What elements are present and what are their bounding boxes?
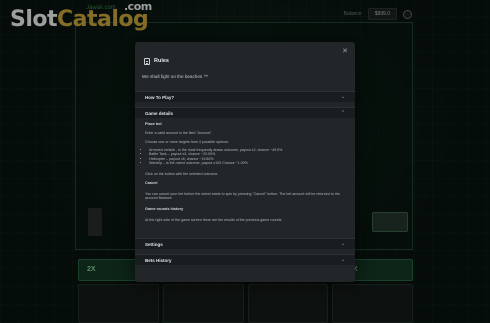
modal-title: Rules: [154, 58, 169, 64]
chevron-down-icon: ⌄: [340, 257, 345, 263]
options-list: Armored vehicle - is the most frequently…: [149, 148, 345, 166]
history-heading: Game rounds history: [145, 207, 184, 211]
rules-intro: We shall fight on the beaches ™: [142, 74, 209, 79]
modal-header: Rules: [135, 53, 355, 69]
document-icon: [144, 57, 150, 65]
cancel-heading: Cancel: [145, 181, 158, 185]
history-text: At the right side of the game screen the…: [145, 218, 283, 222]
section-bets-history[interactable]: Bets History ⌄: [135, 254, 355, 265]
place-bet-text: Enter a valid amount in the field "Amoun…: [145, 131, 213, 135]
section-settings[interactable]: Settings ⌄: [135, 238, 355, 249]
list-item: Warship – is the rarest outcome, payout …: [149, 161, 345, 165]
chevron-down-icon: ⌄: [340, 241, 345, 247]
chevron-down-icon: ⌄: [340, 94, 345, 100]
game-details-body: Place bet Enter a valid amount in the fi…: [135, 120, 355, 235]
chevron-up-icon: ⌃: [340, 110, 345, 116]
cancel-text: You can cancel your bet before the wheel…: [145, 192, 340, 201]
section-game-details[interactable]: Game details ⌃: [135, 107, 355, 118]
section-how-to-play[interactable]: How To Play? ⌄: [135, 91, 355, 102]
rules-modal: ✕ Rules We shall fight on the beaches ™ …: [135, 42, 355, 282]
click-text: Click on the button with the selected ou…: [145, 172, 219, 176]
place-bet-heading: Place bet: [145, 122, 162, 126]
choose-text: Choose one or more targets from 4 possib…: [145, 140, 229, 144]
